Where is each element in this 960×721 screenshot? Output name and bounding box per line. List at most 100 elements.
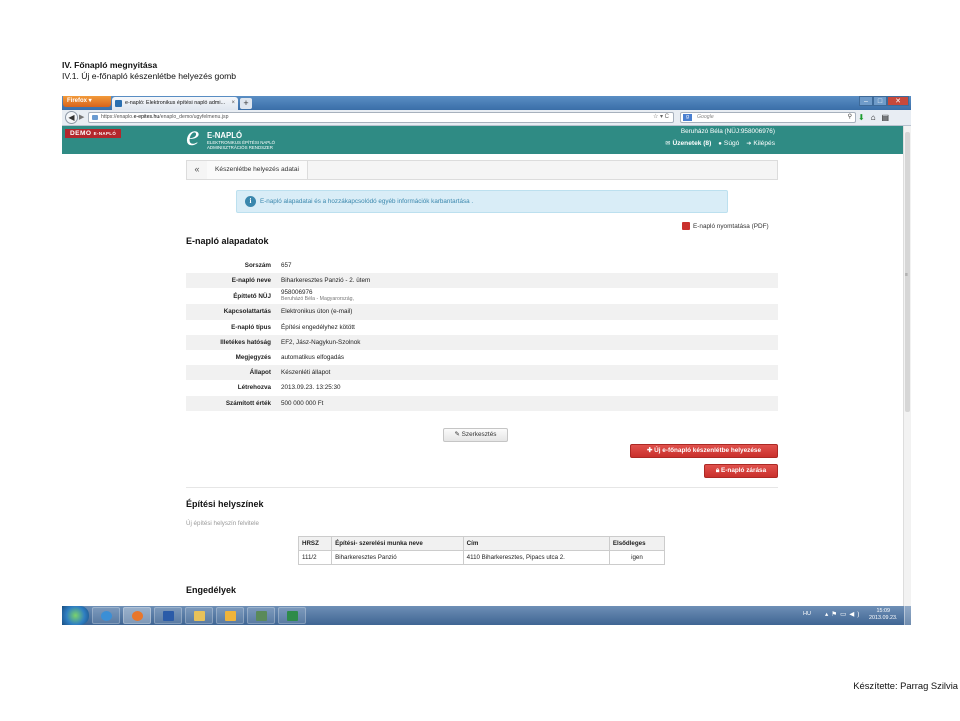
doc-heading-1: IV. Főnapló megnyitása bbox=[62, 60, 158, 70]
make-ready-button[interactable]: ✚ Új e-főnapló készenlétbe helyezése bbox=[630, 444, 778, 458]
web-page: DEMO E-NAPLÓ e E-NAPLÓ ELEKTRONIKUS ÉPÍT… bbox=[62, 126, 903, 606]
envelope-icon: ✉ bbox=[665, 141, 671, 147]
detail-label: Számított érték bbox=[186, 395, 277, 411]
places-header-row: HRSZ Építési- szerelési munka neve Cím Első… bbox=[297, 536, 666, 551]
back-icon[interactable]: ◀ bbox=[65, 111, 78, 124]
browser-tab-bar: Firefox ▾ e-napló: Elektronikus építési … bbox=[62, 96, 911, 110]
search-placeholder: Google bbox=[697, 114, 714, 120]
section-title-permits: Engedélyek bbox=[186, 585, 237, 595]
section-title-basic: E-napló alapadatok bbox=[186, 236, 269, 246]
logout-link[interactable]: ➔ Kilépés bbox=[746, 140, 775, 147]
detail-row: Sorszám 657 bbox=[186, 258, 778, 273]
forward-icon[interactable]: ▶ bbox=[79, 113, 84, 121]
logo-subtitle-line-2: ADMINISZTRÁCIÓS RENDSZER bbox=[207, 145, 273, 150]
home-icon[interactable]: ⌂ bbox=[871, 112, 876, 123]
info-icon: i bbox=[245, 196, 256, 207]
edit-button[interactable]: ✎ Szerkesztés bbox=[443, 428, 508, 442]
minimize-icon[interactable]: – bbox=[859, 96, 873, 106]
maximize-icon[interactable]: □ bbox=[873, 96, 887, 106]
messages-link[interactable]: ✉ Üzenetek (8) bbox=[665, 140, 711, 147]
start-button[interactable] bbox=[62, 606, 89, 625]
demo-badge-small: E-NAPLÓ bbox=[93, 131, 117, 136]
detail-value: 500 000 000 Ft bbox=[277, 395, 778, 411]
detail-subvalue: Beruházó Béla - Magyarország, bbox=[281, 296, 354, 303]
detail-value-text: Elektronikus úton (e-mail) bbox=[281, 308, 353, 316]
places-header-cell[interactable]: Elsődleges bbox=[608, 536, 666, 551]
explorer-task-icon[interactable] bbox=[185, 607, 213, 624]
detail-value: automatikus elfogadás bbox=[277, 350, 778, 365]
word-task-icon[interactable] bbox=[154, 607, 182, 624]
detail-value-text: 657 bbox=[281, 262, 292, 270]
url-controls[interactable]: ☆ ▾ C bbox=[653, 113, 669, 122]
document-header: IV. Főnapló megnyitása IV.1. Új e-főnapl… bbox=[62, 60, 236, 82]
ie-task-icon[interactable] bbox=[92, 607, 120, 624]
details-table: Sorszám 657 E-napló neve Biharkeresztes Pan… bbox=[186, 258, 778, 411]
breadcrumb-back[interactable]: « bbox=[187, 161, 208, 179]
vertical-scrollbar[interactable]: ≡ bbox=[903, 126, 911, 606]
app-header: DEMO E-NAPLÓ e E-NAPLÓ ELEKTRONIKUS ÉPÍT… bbox=[62, 126, 903, 154]
detail-value: 657 bbox=[277, 258, 778, 273]
edit-button-label: Szerkesztés bbox=[461, 431, 497, 438]
places-table: HRSZ Építési- szerelési munka neve Cím Első… bbox=[297, 536, 666, 565]
detail-label: E-napló típus bbox=[231, 323, 271, 331]
clock[interactable]: 15:09 2013.09.23. bbox=[869, 608, 897, 622]
detail-value: Elektronikus úton (e-mail) bbox=[277, 304, 778, 320]
logo-title: E-NAPLÓ bbox=[207, 131, 243, 140]
firefox-task-icon[interactable] bbox=[123, 607, 151, 624]
info-icon: ● bbox=[718, 141, 722, 147]
detail-value: EF2, Jász-Nagykun-Szolnok bbox=[277, 334, 778, 350]
favicon-icon bbox=[115, 100, 122, 107]
make-ready-label: Új e-főnapló készenlétbe helyezése bbox=[654, 447, 762, 454]
table-row[interactable]: 111/2 Biharkeresztes Panzió 4110 Biharkere… bbox=[297, 550, 666, 565]
detail-row: E-napló neve Biharkeresztes Panzió - 2. ü… bbox=[186, 273, 778, 289]
help-link[interactable]: ● Súgó bbox=[718, 140, 739, 147]
print-pdf-label: E-napló nyomtatása (PDF) bbox=[693, 223, 769, 230]
detail-value-text: Készenléti állapot bbox=[281, 369, 331, 377]
section-divider bbox=[186, 487, 778, 488]
detail-value-text: Biharkeresztes Panzió - 2. ütem bbox=[281, 277, 371, 285]
search-box[interactable]: g Google ⚲ bbox=[680, 112, 856, 123]
tray-icons[interactable]: ▴⚑▭◀) bbox=[825, 610, 862, 618]
close-diary-button[interactable]: 🔒︎ E-napló zárása bbox=[704, 464, 778, 478]
places-cell: 4110 Biharkeresztes, Pipacs utca 2. bbox=[462, 550, 610, 565]
arrow-icon: ➔ bbox=[746, 141, 752, 147]
detail-row: Megjegyzés automatikus elfogadás bbox=[186, 350, 778, 365]
places-header-cell[interactable]: Cím bbox=[462, 536, 610, 551]
url-bar[interactable]: https://enaplo.e-epites.hu/enaplo_demo/u… bbox=[88, 112, 674, 123]
search-icon[interactable]: ⚲ bbox=[848, 113, 852, 122]
browser-tab[interactable]: e-napló: Elektronikus építési napló admi… bbox=[112, 97, 238, 110]
close-tab-icon[interactable]: × bbox=[231, 97, 235, 110]
detail-value-text: automatikus elfogadás bbox=[281, 354, 345, 362]
clock-time: 15:09 bbox=[876, 608, 890, 614]
close-diary-label: E-napló zárása bbox=[721, 467, 767, 474]
places-header-cell[interactable]: HRSZ bbox=[297, 536, 333, 551]
places-cell: Biharkeresztes Panzió bbox=[331, 550, 464, 565]
mail-task-icon[interactable] bbox=[216, 607, 244, 624]
show-desktop-button[interactable] bbox=[904, 606, 911, 625]
add-place-link[interactable]: Új építési helyszín felvitele bbox=[186, 520, 259, 527]
app-logo[interactable]: e E-NAPLÓ ELEKTRONIKUS ÉPÍTÉSI NAPLÓ ADM… bbox=[186, 126, 294, 153]
menu-icon[interactable]: ▤ bbox=[882, 112, 890, 123]
language-indicator[interactable]: HU bbox=[803, 611, 811, 617]
url-path: /enaplo_demo/ugyfelmenu.jsp bbox=[159, 114, 229, 120]
lock-icon bbox=[92, 115, 98, 120]
clock-date: 2013.09.23. bbox=[869, 615, 898, 621]
windows-taskbar: HU ▴⚑▭◀) 15:09 2013.09.23. bbox=[62, 606, 911, 625]
section-title-places: Építési helyszínek bbox=[186, 499, 264, 509]
print-pdf-link[interactable]: E-napló nyomtatása (PDF) bbox=[682, 222, 769, 230]
firefox-menu-button[interactable]: Firefox ▾ bbox=[63, 96, 111, 107]
detail-row: Állapot Készenléti állapot bbox=[186, 365, 778, 381]
new-tab-button[interactable]: + bbox=[240, 98, 252, 109]
detail-value-text: 2013.09.23. 13:25:30 bbox=[281, 384, 341, 392]
places-header-cell[interactable]: Építési- szerelési munka neve bbox=[331, 536, 464, 551]
detail-row: Illetékes hatóság EF2, Jász-Nagykun-Szoln… bbox=[186, 334, 778, 350]
excel-task-icon[interactable] bbox=[278, 607, 306, 624]
info-alert: i E-napló alapadatai és a hozzákapcsolód… bbox=[236, 190, 728, 213]
breadcrumb-current: Készenlétbe helyezés adatai bbox=[207, 161, 308, 179]
app-task-icon[interactable] bbox=[247, 607, 275, 624]
doc-heading-2: IV.1. Új e-főnapló készenlétbe helyezés … bbox=[62, 71, 237, 81]
download-icon[interactable]: ⬇ bbox=[858, 112, 865, 123]
close-window-icon[interactable]: ✕ bbox=[887, 96, 909, 106]
detail-label: Sorszám bbox=[244, 262, 271, 270]
toolbar-icons: ⬇ ⌂ ▤ bbox=[858, 112, 889, 123]
